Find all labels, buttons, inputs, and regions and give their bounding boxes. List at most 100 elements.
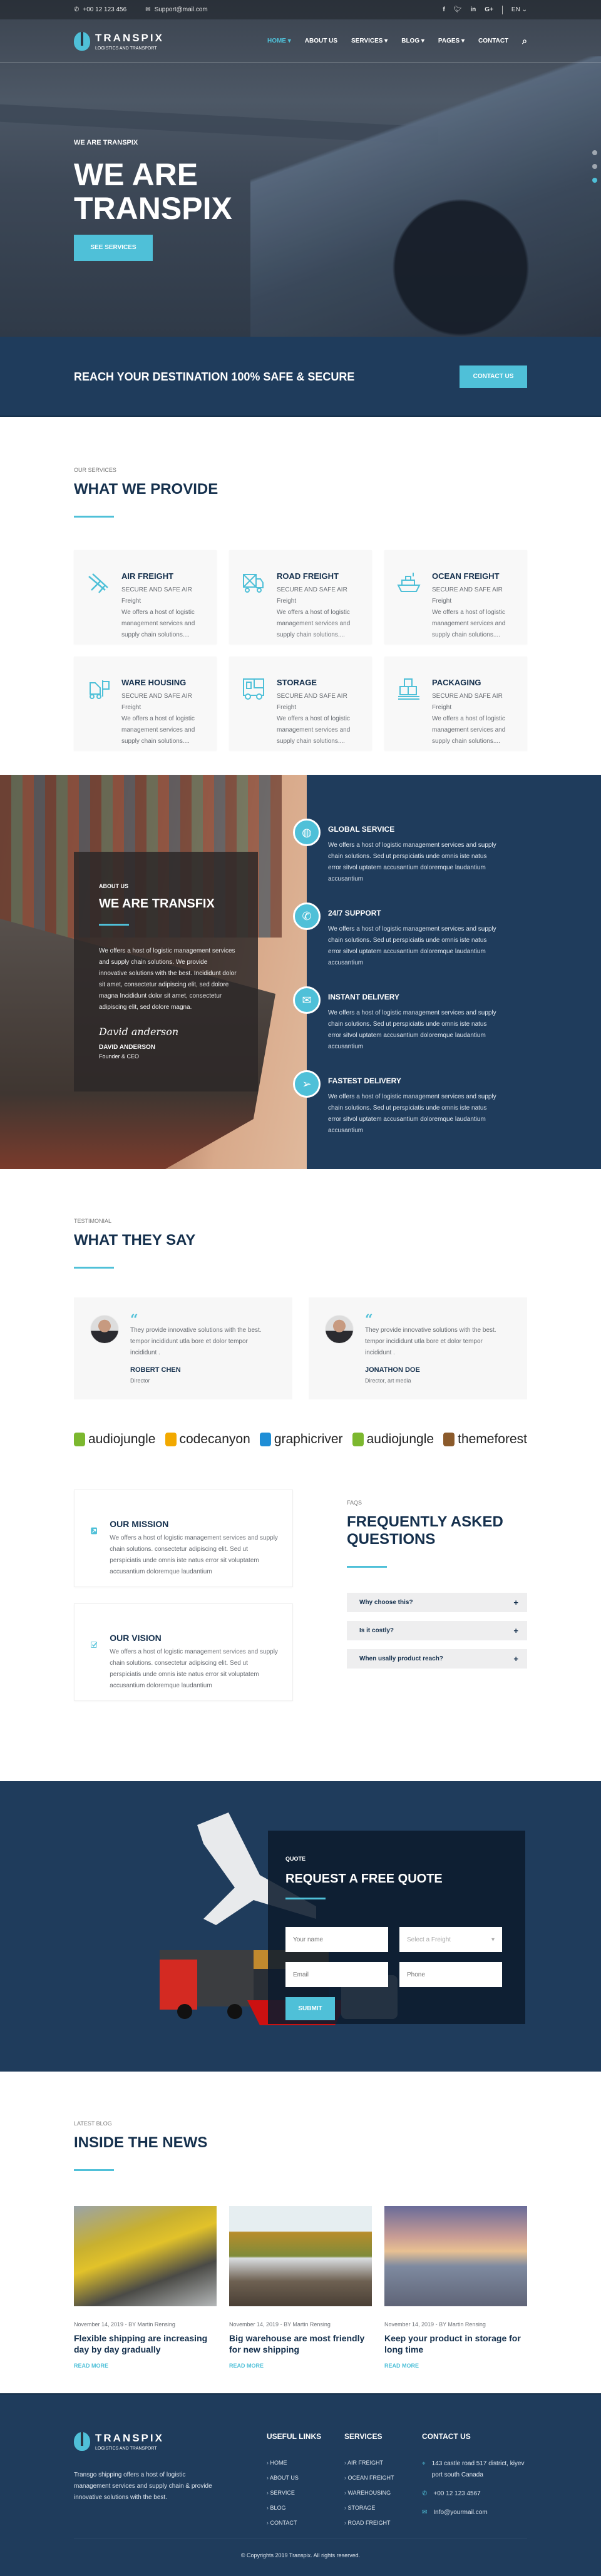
partner-logo[interactable]: codecanyon	[165, 1432, 250, 1447]
footer-link[interactable]: SERVICE	[267, 2490, 344, 2496]
footer-link[interactable]: CONTACT	[267, 2520, 344, 2526]
news-image[interactable]	[384, 2206, 527, 2306]
quote-icon: “	[365, 1312, 373, 1328]
news-image[interactable]	[74, 2206, 217, 2306]
truck-icon	[243, 574, 264, 593]
partner-logo[interactable]: graphicriver	[259, 1432, 343, 1447]
news-title[interactable]: Flexible shipping are increasing day by …	[74, 2333, 217, 2355]
airplane-icon	[88, 573, 108, 593]
partner-logo[interactable]: themeforest	[443, 1432, 527, 1447]
service-card[interactable]: STORAGE SECURE AND SAFE AIR Freight We off…	[229, 657, 372, 750]
footer-about: Transgo shipping offers a host of logist…	[74, 2471, 212, 2501]
topbar-email[interactable]: ✉ Support@mail.com	[145, 6, 208, 13]
caret-down-icon: ▾	[419, 38, 424, 44]
quote-title: REQUEST A FREE QUOTE	[285, 1872, 443, 1886]
testimonial-role: Director, art media	[365, 1377, 411, 1384]
logo[interactable]: TRANSPIX LOGISTICS AND TRANSPORT	[74, 31, 164, 51]
name-input[interactable]	[285, 1927, 388, 1952]
caret-down-icon: ▾	[491, 1936, 495, 1943]
location-icon: ⌖	[422, 2460, 426, 2467]
logo-mark-icon	[259, 1433, 271, 1446]
partner-logo[interactable]: audiojungle	[352, 1432, 434, 1447]
footer-link[interactable]: STORAGE	[344, 2505, 422, 2511]
phone-input[interactable]	[399, 1962, 502, 1987]
read-more-link[interactable]: READ MORE	[74, 2363, 108, 2369]
email-input[interactable]	[285, 1962, 388, 1987]
footer-link[interactable]: AIR FREIGHT	[344, 2460, 422, 2466]
mission-card: OUR VISION We offers a host of logistic m…	[74, 1603, 293, 1701]
freight-select[interactable]: Select a Freight ▾	[399, 1927, 502, 1952]
footer-link[interactable]: ROAD FREIGHT	[344, 2520, 422, 2526]
news-image[interactable]	[229, 2206, 372, 2306]
nav-item-home[interactable]: HOME ▾	[267, 38, 291, 44]
checkbox-icon	[91, 1642, 98, 1648]
title-underline	[347, 1566, 387, 1568]
footer-link[interactable]: BLOG	[267, 2505, 344, 2511]
nav-label: PAGES	[438, 38, 460, 44]
service-card[interactable]: PACKAGING SECURE AND SAFE AIR Freight We o…	[384, 657, 527, 750]
news-title[interactable]: Keep your product in storage for long ti…	[384, 2333, 527, 2355]
search-icon[interactable]: ⌕	[522, 36, 527, 46]
footer-logo[interactable]: TRANSPIX LOGISTICS AND TRANSPORT	[74, 2432, 267, 2451]
service-card[interactable]: AIR FREIGHT SECURE AND SAFE AIR Freight We…	[74, 550, 217, 644]
news-title[interactable]: Big warehouse are most friendly for new …	[229, 2333, 372, 2355]
nav-item-about-us[interactable]: ABOUT US	[305, 38, 337, 44]
plus-icon: +	[513, 1654, 518, 1664]
faq-item[interactable]: Why choose this? +	[347, 1593, 527, 1612]
slide-dot[interactable]	[592, 150, 597, 155]
feature-item: ✉ INSTANT DELIVERY We offers a host of log…	[293, 986, 601, 1053]
twitter-icon[interactable]: 🐦︎	[454, 6, 462, 13]
nav-item-contact[interactable]: CONTACT	[478, 38, 508, 44]
testimonial-role: Director	[130, 1377, 150, 1384]
title-underline	[285, 1898, 326, 1899]
footer-link[interactable]: HOME	[267, 2460, 344, 2466]
partner-logo[interactable]: audiojungle	[74, 1432, 155, 1447]
service-text: SECURE AND SAFE AIR Freight We offers a h…	[121, 691, 207, 747]
logo-mark-icon	[165, 1433, 177, 1446]
about-box: ABOUT US WE ARE TRANSFIX We offers a hos…	[74, 852, 258, 1091]
google-plus-icon[interactable]: G+	[485, 6, 493, 13]
faq-item[interactable]: Is it costly? +	[347, 1621, 527, 1640]
footer-link[interactable]: ABOUT US	[267, 2475, 344, 2481]
faq: FAQS FREQUENTLY ASKED QUESTIONS Why choo…	[347, 1490, 527, 1717]
nav-item-pages[interactable]: PAGES ▾	[438, 38, 465, 44]
read-more-link[interactable]: READ MORE	[384, 2363, 419, 2369]
quote-form: Select a Freight▾	[285, 1927, 525, 1987]
feature-text: We offers a host of logistic management …	[328, 926, 496, 966]
caret-down-icon: ▾	[285, 38, 291, 44]
language-select[interactable]: EN ⌄	[511, 6, 527, 13]
footer-link[interactable]: WAREHOUSING	[344, 2490, 422, 2496]
forklift-icon	[90, 680, 110, 699]
feature-title: 24/7 SUPPORT	[328, 909, 381, 917]
service-card[interactable]: OCEAN FREIGHT SECURE AND SAFE AIR Freight…	[384, 550, 527, 644]
facebook-icon[interactable]: f	[443, 6, 444, 13]
testimonial-text: They provide innovative solutions with t…	[365, 1327, 496, 1356]
mail-icon: ✉	[145, 6, 151, 13]
feature-title: GLOBAL SERVICE	[328, 825, 395, 834]
topbar-phone[interactable]: ✆ +00 12 123 456	[74, 6, 126, 13]
hero-title: WE ARE TRANSPIX	[74, 157, 232, 226]
read-more-link[interactable]: READ MORE	[229, 2363, 264, 2369]
service-description: We offers a host of logistic management …	[277, 609, 351, 638]
slide-dot-active[interactable]	[592, 178, 597, 183]
globe-icon: ◍	[293, 819, 321, 846]
quote-form-box: QUOTE REQUEST A FREE QUOTE Select a Frei…	[268, 1831, 525, 2024]
service-card[interactable]: ROAD FREIGHT SECURE AND SAFE AIR Freight W…	[229, 550, 372, 644]
nav-label: SERVICES	[351, 38, 383, 44]
slide-dot[interactable]	[592, 164, 597, 169]
copyright: © Copyrights 2019 Transpix. All rights r…	[240, 2552, 361, 2558]
title-underline	[99, 924, 129, 926]
linkedin-icon[interactable]: in	[470, 6, 476, 13]
faq-item[interactable]: When usally product reach? +	[347, 1649, 527, 1669]
nav-item-services[interactable]: SERVICES ▾	[351, 38, 388, 44]
nav-item-blog[interactable]: BLOG ▾	[401, 38, 424, 44]
contact-us-button[interactable]: CONTACT US	[460, 365, 527, 388]
submit-button[interactable]: SUBMIT	[285, 1997, 335, 2020]
see-services-button[interactable]: SEE SERVICES	[74, 235, 153, 261]
testimonial-name: JONATHON DOE	[365, 1366, 420, 1374]
quote-section: QUOTE REQUEST A FREE QUOTE Select a Frei…	[0, 1781, 601, 2072]
footer-link[interactable]: OCEAN FREIGHT	[344, 2475, 422, 2481]
news-date: November 14, 2019	[74, 2321, 124, 2328]
feature-item: ◍ GLOBAL SERVICE We offers a host of logis…	[293, 819, 601, 885]
service-card[interactable]: WARE HOUSING SECURE AND SAFE AIR Freight W…	[74, 657, 217, 750]
